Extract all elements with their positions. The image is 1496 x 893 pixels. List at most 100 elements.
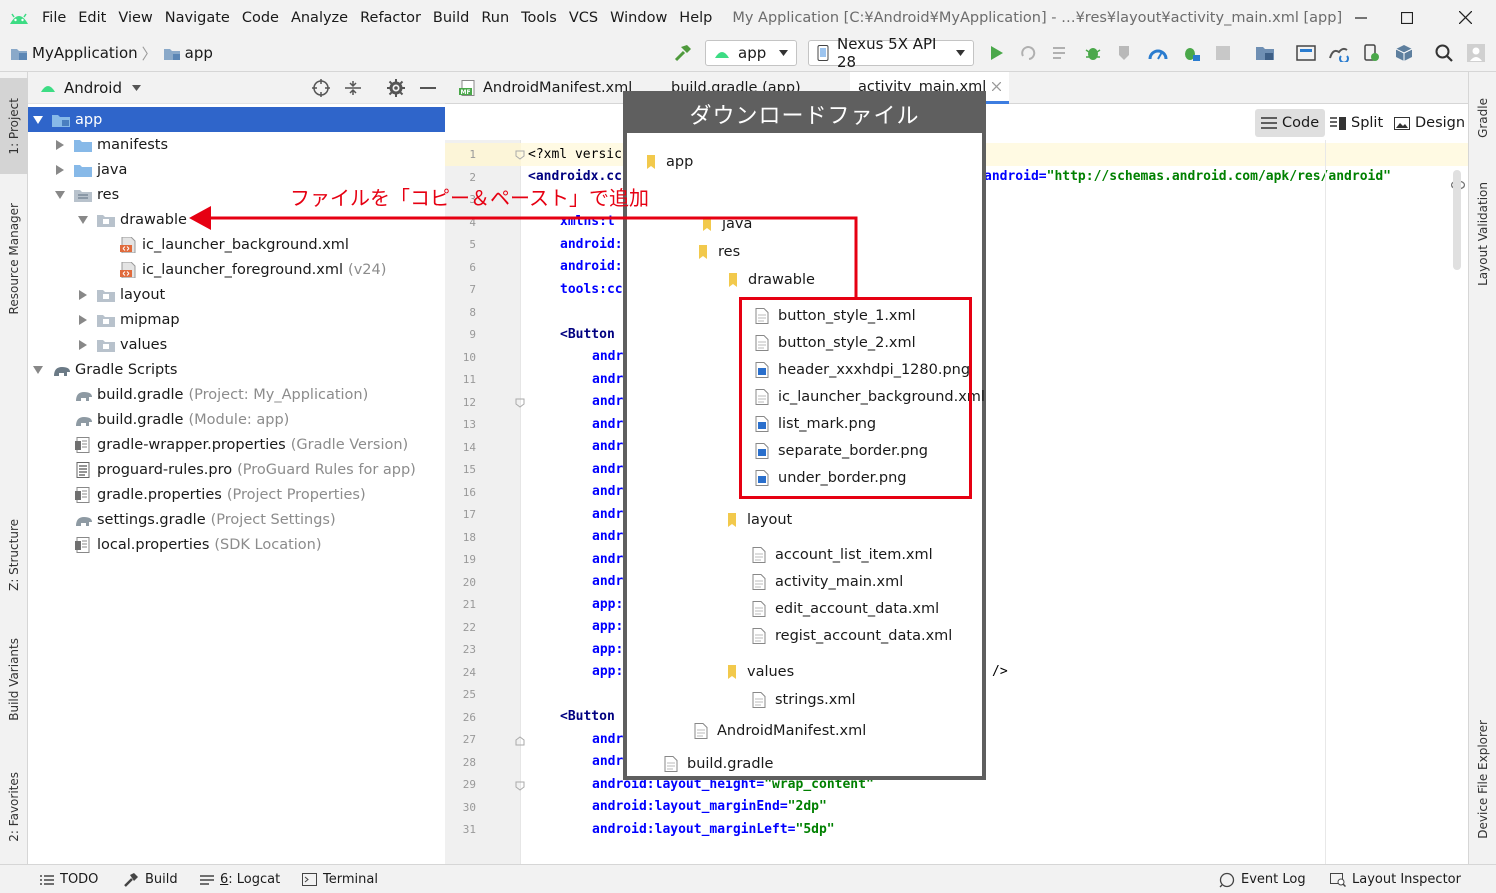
avd-manager-icon[interactable] [1358, 40, 1384, 66]
code-line-24-tail[interactable]: /> [992, 661, 1496, 684]
code-text: andr [592, 371, 624, 387]
menu-navigate[interactable]: Navigate [161, 10, 238, 26]
code-text: andr [592, 574, 624, 590]
hide-panel-icon[interactable] [420, 87, 436, 90]
close-tab-icon[interactable] [992, 82, 1002, 91]
tree-item-build-gradle-project[interactable]: build.gradle (Project: My_Application) [28, 382, 445, 407]
menu-code[interactable]: Code [238, 10, 287, 26]
build-tool-button[interactable]: Build [123, 865, 178, 893]
collapse-all-icon[interactable] [345, 80, 361, 96]
tree-item-proguard-rules[interactable]: proguard-rules.pro (ProGuard Rules for a… [28, 457, 445, 482]
tree-item-manifests[interactable]: manifests [28, 132, 445, 157]
fold-marker-icon[interactable] [515, 398, 525, 408]
terminal-tool-button[interactable]: Terminal [302, 865, 378, 893]
dropdown-arrow-icon[interactable] [132, 84, 141, 91]
code-line-2-tail[interactable]: android = "http://schemas.android.com/apk/… [984, 166, 1496, 189]
code-text: android:layout_marginLeft [592, 821, 788, 837]
user-avatar-icon[interactable] [1463, 40, 1489, 66]
phone-icon [817, 45, 829, 61]
module-folder-icon [52, 112, 70, 128]
code-line-30[interactable]: android:layout_marginEnd = "2dp" [592, 796, 1496, 819]
logcat-tool-button[interactable]: 6: Logcat [200, 865, 280, 893]
tree-item-gradle-scripts[interactable]: Gradle Scripts [28, 357, 445, 382]
profiler-icon[interactable] [1145, 40, 1171, 66]
menu-view[interactable]: View [114, 10, 160, 26]
download-item-label: values [747, 664, 795, 680]
line-number: 26 [462, 710, 476, 724]
stop-icon[interactable] [1210, 40, 1236, 66]
tree-item-hint: (Project Settings) [210, 511, 336, 528]
menu-run[interactable]: Run [477, 10, 517, 26]
locate-target-icon[interactable] [312, 79, 330, 97]
tab-android-manifest[interactable]: MF AndroidManifest.xml [451, 72, 640, 104]
tree-item-local-properties[interactable]: local.properties (SDK Location) [28, 532, 445, 557]
menu-help[interactable]: Help [675, 10, 720, 26]
code-line-31[interactable]: android:layout_marginLeft = "5dp" [592, 818, 1496, 841]
file-icon [752, 574, 766, 590]
search-icon[interactable] [1431, 40, 1457, 66]
tree-item-values[interactable]: values [28, 332, 445, 357]
code-text: "http://schemas.android.com/apk/res/andr… [1046, 169, 1391, 185]
apply-changes-icon[interactable] [1015, 40, 1041, 66]
menu-refactor[interactable]: Refactor [356, 10, 429, 26]
mode-design-button[interactable]: Design [1388, 109, 1471, 137]
maximize-button[interactable] [1384, 0, 1430, 35]
build-variants-tool-tab[interactable]: Build Variants [0, 626, 28, 732]
tree-item-build-gradle-module[interactable]: build.gradle (Module: app) [28, 407, 445, 432]
run-config-select[interactable]: app [705, 40, 797, 66]
module-folder-icon [163, 46, 181, 61]
project-tool-tab[interactable]: 1: Project [0, 78, 28, 174]
menu-file[interactable]: File [38, 10, 74, 26]
apply-code-changes-icon[interactable] [1048, 40, 1074, 66]
fold-marker-icon[interactable] [515, 781, 525, 791]
mode-code-button[interactable]: Code [1255, 109, 1326, 137]
project-structure-icon[interactable] [1252, 40, 1278, 66]
fold-marker-icon[interactable] [515, 736, 525, 746]
run-play-icon[interactable] [984, 40, 1010, 66]
download-item-label: edit_account_data.xml [775, 601, 940, 617]
layout-editor-icon[interactable] [1293, 40, 1319, 66]
resource-manager-tool-tab[interactable]: Resource Manager [0, 190, 28, 328]
favorites-tool-tab[interactable]: 2: Favorites [0, 760, 28, 854]
menu-build[interactable]: Build [429, 10, 477, 26]
download-item-label: regist_account_data.xml [775, 628, 953, 644]
gear-icon[interactable] [387, 79, 405, 97]
breadcrumb-module[interactable]: app [185, 44, 213, 62]
editor-scrollbar[interactable] [1453, 170, 1461, 270]
download-item: edit_account_data.xml [752, 599, 939, 619]
device-select[interactable]: Nexus 5X API 28 [808, 35, 974, 71]
mode-split-button[interactable]: Split [1324, 109, 1389, 137]
download-item: app [645, 152, 693, 172]
code-text: android:layout_marginEnd [592, 799, 780, 815]
menu-window[interactable]: Window [606, 10, 675, 26]
tree-item-app[interactable]: app [28, 107, 445, 132]
menu-vcs[interactable]: VCS [565, 10, 606, 26]
run-coverage-icon[interactable] [1112, 40, 1138, 66]
tree-item-gradle-wrapper-properties[interactable]: gradle-wrapper.properties (Gradle Versio… [28, 432, 445, 457]
attach-debugger-icon[interactable] [1178, 40, 1204, 66]
structure-tool-tab[interactable]: Z: Structure [0, 508, 28, 602]
debug-bug-icon[interactable] [1080, 40, 1106, 66]
run-config-label: app [738, 44, 767, 62]
minimize-button[interactable] [1338, 0, 1384, 35]
breadcrumb-project[interactable]: MyApplication [32, 44, 138, 62]
fold-marker-icon[interactable] [515, 150, 525, 160]
tree-item-mipmap[interactable]: mipmap [28, 307, 445, 332]
event-log-tool-button[interactable]: Event Log [1219, 865, 1306, 893]
todo-tool-button[interactable]: TODO [40, 865, 98, 893]
sdk-manager-icon[interactable] [1391, 40, 1417, 66]
layout-inspector-tool-button[interactable]: Layout Inspector [1330, 865, 1461, 893]
terminal-label: Terminal [323, 872, 378, 887]
folder-icon [645, 154, 657, 170]
sync-gradle-icon[interactable] [1325, 40, 1351, 66]
menu-edit[interactable]: Edit [74, 10, 114, 26]
tree-item-gradle-properties[interactable]: gradle.properties (Project Properties) [28, 482, 445, 507]
menu-analyze[interactable]: Analyze [287, 10, 356, 26]
tree-item-settings-gradle[interactable]: settings.gradle (Project Settings) [28, 507, 445, 532]
hammer-make-icon[interactable] [670, 40, 696, 66]
close-window-button[interactable] [1442, 0, 1488, 35]
tree-item-java[interactable]: java [28, 157, 445, 182]
menu-tools[interactable]: Tools [517, 10, 565, 26]
project-view-select[interactable]: Android [64, 79, 122, 97]
line-number: 9 [469, 328, 476, 341]
